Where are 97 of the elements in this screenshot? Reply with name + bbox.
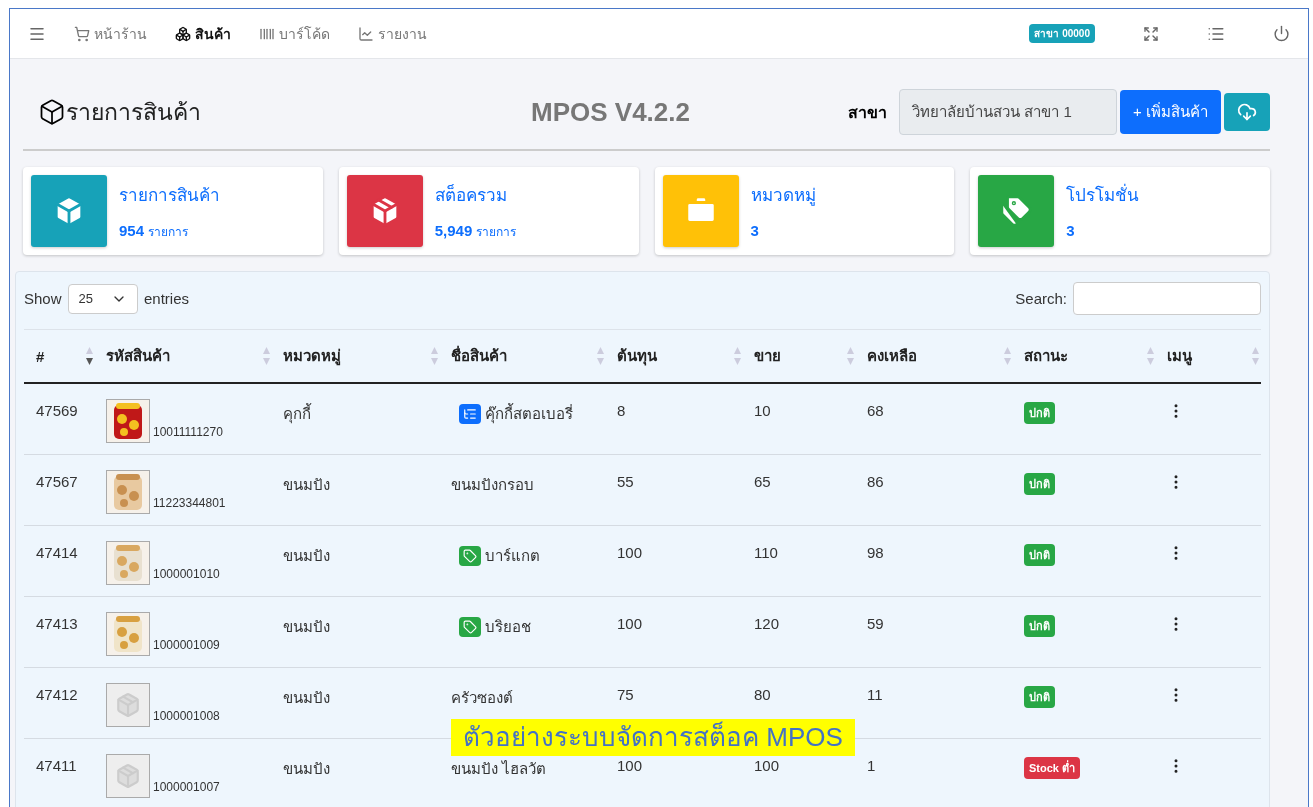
table-cell-text: 100 xyxy=(617,615,644,632)
product-code: 11223344801 xyxy=(153,496,226,512)
stat-label: โปรโมชั่น xyxy=(1066,181,1140,208)
table-cell-text: 47567 xyxy=(35,473,79,490)
table-cell-text: 65 xyxy=(754,473,772,490)
column-header[interactable]: ขาย xyxy=(754,344,867,368)
power-icon[interactable] xyxy=(1273,25,1290,42)
status-badge: Stock ต่ำ xyxy=(1024,757,1080,779)
nav-link[interactable]: บาร์โค้ด xyxy=(259,22,330,45)
stat-value: 3 xyxy=(1066,222,1075,239)
page-title: รายการสินค้า xyxy=(66,98,201,127)
product-name: ขนมปังกรอบ xyxy=(451,475,534,495)
nav-link[interactable]: หน้าร้าน xyxy=(74,22,147,45)
product-code: 1000001010 xyxy=(153,567,220,583)
column-header[interactable]: ชื่อสินค้า xyxy=(451,344,617,368)
table-cell-text: 100 xyxy=(617,544,644,561)
column-header[interactable]: หมวดหมู่ xyxy=(283,344,451,368)
branch-field[interactable]: วิทยาลัยบ้านสวน สาขา 1 xyxy=(899,89,1118,135)
table-cell-text: 8 xyxy=(617,402,627,419)
cubes-icon xyxy=(175,25,191,42)
stat-value: 5,949 xyxy=(434,222,473,239)
product-code: 1000001008 xyxy=(153,709,220,725)
column-header[interactable]: รหัสสินค้า xyxy=(106,344,283,368)
stat-unit: รายการ xyxy=(476,224,517,241)
branch-badge: สาขา 00000 xyxy=(1029,24,1095,43)
stat-value: 954 xyxy=(119,222,145,239)
table-cell-text: 86 xyxy=(867,473,885,490)
column-header[interactable]: เมนู xyxy=(1167,344,1272,368)
table-cell-text: 100 xyxy=(754,757,781,774)
status-badge: ปกติ xyxy=(1024,615,1055,637)
add-product-button[interactable]: + เพิ่มสินค้า xyxy=(1120,90,1221,134)
table-cell-text: 1 xyxy=(867,757,877,774)
caption-banner: ตัวอย่างระบบจัดการสต็อค MPOS xyxy=(451,719,855,757)
table-cell-text: 47413 xyxy=(35,615,79,632)
nav-link[interactable]: สินค้า xyxy=(175,22,231,45)
table-cell-text: 47569 xyxy=(35,402,79,419)
product-name: คุ๊กกี้สตอเบอรี่ xyxy=(485,402,573,426)
table-cell-text: 59 xyxy=(867,615,885,632)
stat-label: สต็อครวม xyxy=(434,183,508,207)
table-cell-text: คุกกี้ xyxy=(283,402,313,426)
status-badge: ปกติ xyxy=(1024,686,1055,708)
table-cell-text: 110 xyxy=(754,544,779,561)
product-code: 10011111270 xyxy=(153,425,223,441)
table-cell-text: 68 xyxy=(867,402,885,419)
table-cell-text: 47414 xyxy=(35,544,79,561)
table-cell-text: 55 xyxy=(617,473,635,490)
column-header[interactable]: ต้นทุน xyxy=(617,344,754,368)
table-cell-text: 100 xyxy=(617,757,644,774)
branch-label: สาขา xyxy=(848,102,888,123)
stat-label: หมวดหมู่ xyxy=(750,185,816,208)
package-icon xyxy=(115,763,141,789)
page-size-select[interactable]: 25 xyxy=(67,283,138,314)
status-badge: ปกติ xyxy=(1024,473,1055,495)
table-cell-text: ขนมปัง xyxy=(283,617,331,637)
show-label: Show xyxy=(24,290,62,307)
fullscreen-icon[interactable] xyxy=(1143,25,1159,42)
sort-icon[interactable] xyxy=(85,346,94,366)
search-label: Search: xyxy=(1015,290,1067,307)
table-cell-text: ขนมปัง xyxy=(283,475,331,495)
list-icon xyxy=(459,404,481,424)
column-header[interactable]: # xyxy=(24,346,106,366)
table-cell-text: 10 xyxy=(754,402,772,419)
stat-label: รายการสินค้า xyxy=(119,185,220,207)
status-badge: ปกติ xyxy=(1024,544,1055,566)
product-name: บาร์แกต xyxy=(485,546,540,566)
product-name: บริยอช xyxy=(485,617,531,637)
search-field[interactable] xyxy=(1073,282,1261,315)
cart-icon xyxy=(74,25,90,42)
nav-link[interactable]: รายงาน xyxy=(358,22,427,45)
table-cell-text: 75 xyxy=(617,686,635,703)
download-button[interactable] xyxy=(1224,93,1270,131)
box-icon xyxy=(38,98,66,126)
package-icon xyxy=(115,692,141,718)
column-header[interactable]: สถานะ xyxy=(1024,344,1167,368)
product-name: ครัวซองต์ xyxy=(451,688,513,708)
tag-icon xyxy=(459,617,481,637)
chart-icon xyxy=(358,25,374,42)
table-cell-text: ขนมปัง xyxy=(283,688,331,708)
table-cell-text: ขนมปัง xyxy=(283,759,331,779)
table-cell-text: 98 xyxy=(867,544,885,561)
product-code: 1000001007 xyxy=(153,780,220,796)
version-title: MPOS V4.2.2 xyxy=(531,96,690,128)
entries-label: entries xyxy=(144,290,190,307)
product-code: 1000001009 xyxy=(153,638,220,654)
product-name: ขนมปัง ไฮลวัต xyxy=(451,759,547,779)
table-cell-text: 47411 xyxy=(35,757,78,774)
column-header[interactable]: คงเหลือ xyxy=(867,344,1024,368)
stat-unit: รายการ xyxy=(148,224,189,241)
tag-icon xyxy=(459,546,481,566)
cloud-download-icon xyxy=(1237,102,1257,122)
table-cell-text: 80 xyxy=(754,686,772,703)
table-cell-text: 11 xyxy=(867,686,884,703)
table-cell-text: ขนมปัง xyxy=(283,546,331,566)
table-cell-text: 47412 xyxy=(35,686,79,703)
table-cell-text: 120 xyxy=(754,615,781,632)
status-badge: ปกติ xyxy=(1024,402,1055,424)
stat-value: 3 xyxy=(750,222,759,239)
